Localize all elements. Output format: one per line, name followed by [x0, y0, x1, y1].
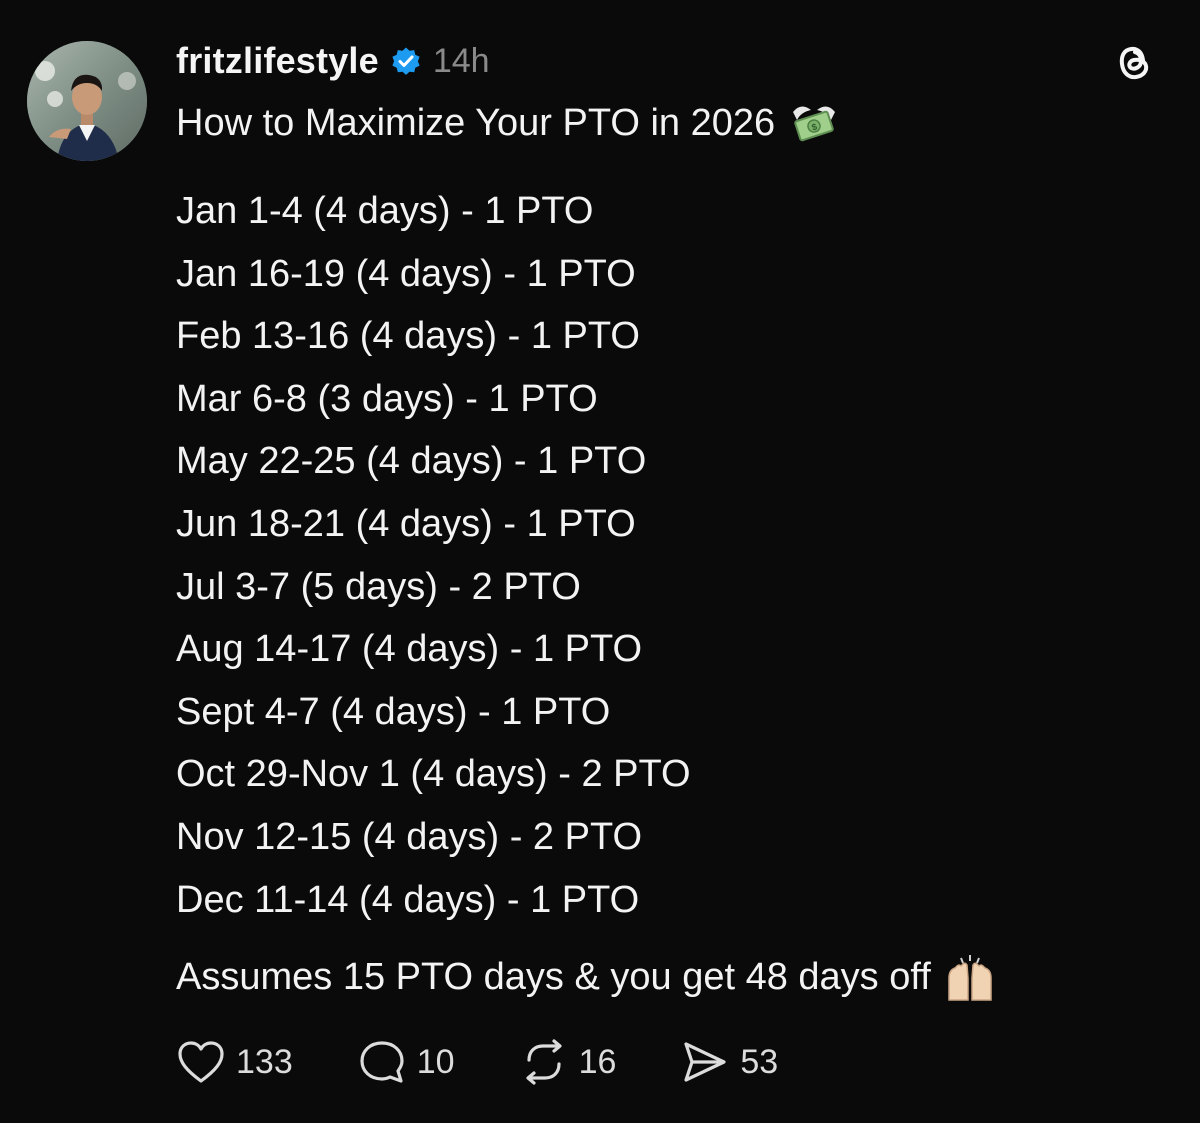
repost-button[interactable]: 16	[519, 1038, 617, 1086]
schedule-item: Aug 14-17 (4 days) - 1 PTO	[176, 628, 643, 671]
repost-count: 16	[578, 1042, 617, 1081]
schedule-item: Jan 1-4 (4 days) - 1 PTO	[176, 190, 594, 232]
post-timestamp: 14h	[432, 41, 490, 80]
schedule-item: May 22-25 (4 days) - 1 PTO	[176, 440, 647, 483]
threads-logo-icon[interactable]	[1112, 40, 1156, 86]
schedule-item: Nov 12-15 (4 days) - 2 PTO	[176, 815, 643, 858]
post-footer-note: Assumes 15 PTO days & you get 48 days of…	[176, 952, 997, 1002]
money-with-wings-icon: $	[787, 98, 841, 148]
comment-icon	[360, 1041, 404, 1083]
post-actions: 133 10 16 53	[176, 1036, 778, 1088]
post-title: How to Maximize Your PTO in 2026 $	[176, 98, 841, 148]
threads-post: fritzlifestyle 14h How to Maximize Your …	[0, 0, 1200, 1123]
schedule-item: Feb 13-16 (4 days) - 1 PTO	[176, 315, 640, 358]
reply-count: 10	[416, 1042, 455, 1081]
share-count: 53	[740, 1042, 779, 1081]
like-count: 133	[236, 1042, 293, 1081]
post-header: fritzlifestyle 14h	[176, 36, 490, 86]
heart-icon	[178, 1041, 224, 1083]
avatar[interactable]	[27, 41, 147, 161]
schedule-item: Sept 4-7 (4 days) - 1 PTO	[176, 690, 611, 733]
schedule-item: Jun 18-21 (4 days) - 1 PTO	[176, 502, 636, 545]
schedule-item: Oct 29-Nov 1 (4 days) - 2 PTO	[176, 753, 691, 796]
like-button[interactable]: 133	[176, 1039, 293, 1085]
footer-note-text: Assumes 15 PTO days & you get 48 days of…	[176, 955, 931, 998]
schedule-item: Jan 16-19 (4 days) - 1 PTO	[176, 252, 636, 295]
share-button[interactable]: 53	[680, 1038, 778, 1086]
raising-hands-icon	[943, 952, 997, 1002]
send-icon	[684, 1042, 726, 1082]
reply-button[interactable]: 10	[357, 1038, 455, 1086]
repost-icon	[525, 1039, 562, 1085]
verified-badge-icon	[389, 44, 423, 78]
schedule-item: Jul 3-7 (5 days) - 2 PTO	[176, 565, 581, 608]
post-title-text: How to Maximize Your PTO in 2026	[176, 101, 776, 144]
schedule-item: Dec 11-14 (4 days) - 1 PTO	[176, 878, 640, 921]
pto-schedule-list: Jan 1-4 (4 days) - 1 PTO Jan 16-19 (4 da…	[176, 180, 691, 931]
schedule-item: Mar 6-8 (3 days) - 1 PTO	[176, 377, 598, 420]
username[interactable]: fritzlifestyle	[176, 40, 379, 82]
